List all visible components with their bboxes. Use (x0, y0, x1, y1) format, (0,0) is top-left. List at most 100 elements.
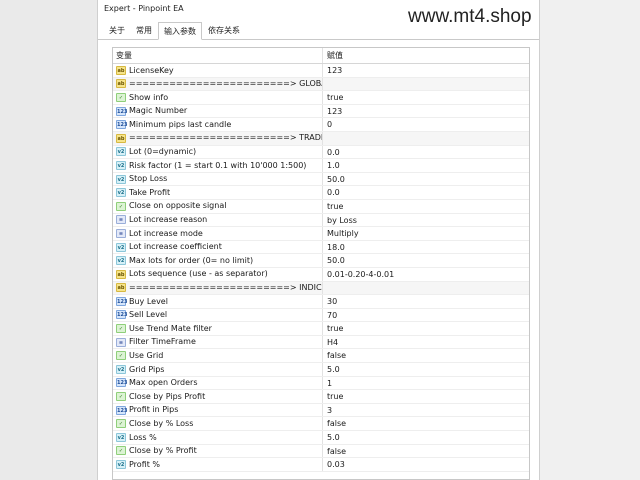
parameter-row[interactable]: 123 Minimum pips last candle 0 (113, 118, 529, 132)
section-row[interactable]: ab ========================> GLOBAL (113, 77, 529, 92)
parameter-value[interactable]: 50.0 (323, 173, 529, 186)
tab-3[interactable]: 依存关系 (203, 23, 245, 39)
parameter-value[interactable]: 50.0 (323, 254, 529, 267)
parameter-row[interactable]: v2 Max lots for order (0= no limit) 50.0 (113, 254, 529, 268)
tab-1[interactable]: 常用 (131, 23, 157, 39)
tab-0[interactable]: 关于 (104, 23, 130, 39)
parameter-name-cell: v2 Lot (0=dynamic) (113, 145, 323, 159)
bool-type-icon: ✓ (116, 92, 126, 102)
parameter-value[interactable]: true (323, 91, 529, 104)
parameter-value[interactable]: true (323, 200, 529, 213)
parameter-row[interactable]: 123 Sell Level 70 (113, 308, 529, 323)
inputs-grid: 变量 赋值 ab LicenseKey 123 ab =================… (112, 47, 530, 480)
integer-type-icon: 123 (116, 120, 128, 130)
enum-type-icon: ≡ (116, 215, 126, 225)
parameter-name: Use Trend Mate filter (129, 323, 212, 333)
parameter-value[interactable]: 5.0 (323, 431, 529, 444)
parameter-row[interactable]: v2 Grid Pips 5.0 (113, 363, 529, 377)
parameter-row[interactable]: v2 Lot (0=dynamic) 0.0 (113, 145, 529, 160)
parameter-value[interactable]: false (323, 445, 529, 458)
parameter-row[interactable]: v2 Loss % 5.0 (113, 431, 529, 445)
double-type-icon: v2 (116, 242, 126, 252)
string-type-icon: ab (116, 79, 126, 89)
parameter-name: Close on opposite signal (129, 201, 227, 211)
parameter-value[interactable] (323, 78, 529, 91)
parameter-row[interactable]: ✓ Use Trend Mate filter true (113, 322, 529, 336)
parameter-value[interactable]: 18.0 (323, 241, 529, 254)
parameter-row[interactable]: ab LicenseKey 123 (113, 64, 529, 78)
parameter-row[interactable]: ✓ Use Grid false (113, 349, 529, 364)
parameter-value[interactable]: true (323, 390, 529, 403)
string-type-icon: ab (116, 283, 126, 293)
parameter-name: ========================> TRADES (129, 133, 323, 143)
parameter-value[interactable]: 3 (323, 404, 529, 417)
parameter-row[interactable]: ≡ Filter TimeFrame H4 (113, 335, 529, 350)
parameter-name-cell: ✓ Close by % Profit (113, 444, 323, 458)
parameter-name-cell: 123 Max open Orders (113, 376, 323, 390)
parameter-row[interactable]: ✓ Close on opposite signal true (113, 199, 529, 214)
section-row[interactable]: ab========================> INDICATORS (113, 281, 529, 296)
double-type-icon: v2 (116, 147, 126, 157)
parameter-row[interactable]: 123 Buy Level 30 (113, 295, 529, 309)
parameter-row[interactable]: 123 Max open Orders 1 (113, 376, 529, 391)
column-header-value[interactable]: 赋值 (323, 48, 529, 63)
parameter-name: Use Grid (129, 350, 164, 360)
parameter-row[interactable]: ✓ Close by Pips Profit true (113, 390, 529, 404)
parameter-row[interactable]: ≡ Lot increase mode Multiply (113, 227, 529, 241)
parameter-value[interactable]: 5.0 (323, 363, 529, 376)
parameter-name: Profit % (129, 459, 161, 469)
parameter-value[interactable]: true (323, 322, 529, 335)
double-type-icon: v2 (116, 460, 126, 470)
string-type-icon: ab (116, 269, 126, 279)
bool-type-icon: ✓ (116, 201, 126, 211)
parameter-value[interactable]: by Loss (323, 214, 529, 227)
parameter-row[interactable]: v2 Lot increase coefficient 18.0 (113, 240, 529, 255)
parameter-value[interactable]: H4 (323, 336, 529, 349)
parameter-row[interactable]: v2 Risk factor (1 = start 0.1 with 10'000… (113, 159, 529, 173)
parameter-name-cell: 123 Minimum pips last candle (113, 118, 323, 131)
parameter-value[interactable]: 123 (323, 105, 529, 118)
parameter-value[interactable]: 0 (323, 118, 529, 131)
watermark-text: www.mt4.shop (408, 6, 532, 27)
section-row[interactable]: ab ========================> TRADES (113, 131, 529, 146)
bool-type-icon: ✓ (116, 419, 126, 429)
parameter-value[interactable]: 0.0 (323, 146, 529, 159)
integer-type-icon: 123 (116, 310, 128, 320)
parameter-name: Show info (129, 92, 169, 102)
double-type-icon: v2 (116, 364, 126, 374)
parameter-row[interactable]: 123 Profit in Pips 3 (113, 403, 529, 418)
expert-properties-window: Expert - Pinpoint EA 关于 常用 输入参数 依存关系 变量 赋值 … (97, 0, 540, 480)
parameter-value[interactable]: false (323, 417, 529, 430)
parameter-name-cell: 123 Sell Level (113, 308, 323, 322)
parameter-row[interactable]: ✓ Close by % Profit false (113, 444, 529, 459)
enum-type-icon: ≡ (116, 228, 126, 238)
parameter-value[interactable]: 123 (323, 64, 529, 77)
parameter-value[interactable] (323, 282, 529, 295)
parameter-value[interactable]: 30 (323, 295, 529, 308)
parameter-name: Close by % Profit (129, 446, 197, 456)
parameter-row[interactable]: v2 Take Profit 0.0 (113, 186, 529, 200)
parameter-row[interactable]: ✓ Close by % Loss false (113, 417, 529, 432)
parameter-name: ========================> GLOBAL (129, 79, 323, 89)
string-type-icon: ab (116, 65, 126, 75)
parameter-name-cell: ab========================> INDICATORS (113, 281, 323, 295)
parameter-value[interactable]: 1.0 (323, 159, 529, 172)
parameter-row[interactable]: ✓ Show info true (113, 91, 529, 105)
parameter-row[interactable]: ≡ Lot increase reason by Loss (113, 213, 529, 228)
parameter-row[interactable]: ab Lots sequence (use - as separator) 0.01… (113, 267, 529, 282)
parameter-name-cell: ab Lots sequence (use - as separator) (113, 267, 323, 281)
parameter-value[interactable]: 0.01-0.20-4-0.01 (323, 268, 529, 281)
parameter-value[interactable] (323, 132, 529, 145)
parameter-value[interactable]: Multiply (323, 227, 529, 240)
parameter-value[interactable]: 0.0 (323, 186, 529, 199)
column-header-variable[interactable]: 变量 (113, 48, 323, 63)
parameter-value[interactable]: false (323, 349, 529, 362)
parameter-row[interactable]: v2 Profit % 0.03 (113, 458, 529, 472)
parameter-row[interactable]: 123 Magic Number 123 (113, 104, 529, 119)
parameter-row[interactable]: v2 Stop Loss 50.0 (113, 172, 529, 187)
parameter-value[interactable]: 1 (323, 377, 529, 390)
tab-2[interactable]: 输入参数 (158, 22, 202, 40)
parameter-name: Buy Level (129, 296, 168, 306)
parameter-value[interactable]: 70 (323, 309, 529, 322)
parameter-value[interactable]: 0.03 (323, 458, 529, 471)
